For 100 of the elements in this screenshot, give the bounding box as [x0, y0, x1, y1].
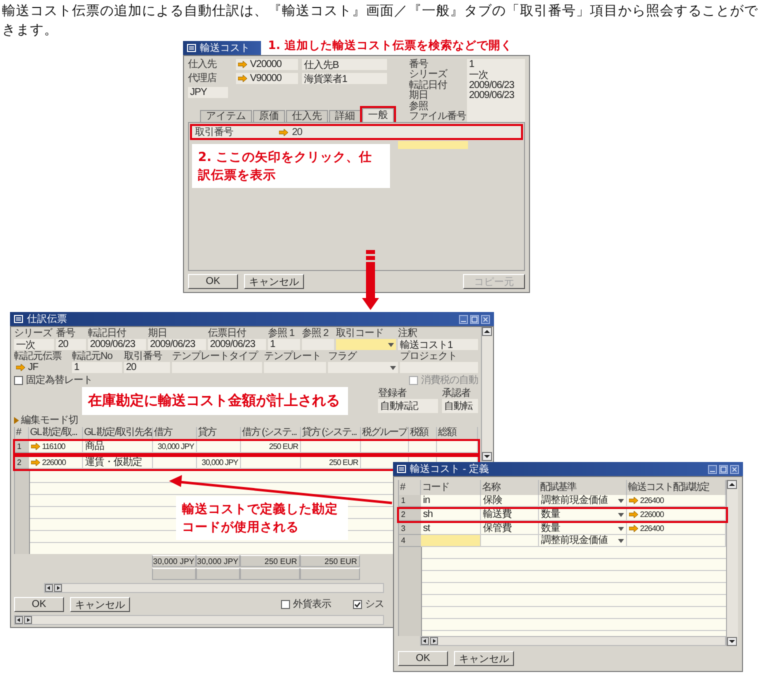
- close-icon[interactable]: [481, 314, 490, 324]
- input-field[interactable]: 自動転: [442, 399, 478, 413]
- tab[interactable]: 一般: [362, 108, 394, 122]
- field-label: 承認者: [442, 388, 472, 399]
- input-field[interactable]: 輸送コスト1: [398, 339, 478, 350]
- code-field[interactable]: V90000: [236, 73, 298, 84]
- scrollbar[interactable]: [481, 327, 493, 461]
- caret-icon[interactable]: [618, 526, 624, 530]
- field-label: 転記日付: [409, 80, 448, 91]
- scroll-left-icon[interactable]: [421, 637, 429, 645]
- name-field[interactable]: 仕入先B: [302, 59, 387, 70]
- input-field[interactable]: 1: [72, 362, 122, 373]
- window-title: 仕訳伝票: [27, 312, 67, 326]
- checkbox[interactable]: [281, 600, 290, 609]
- dropdown-cell[interactable]: 調整前現金価値: [539, 495, 627, 507]
- minimize-icon[interactable]: [459, 314, 468, 324]
- table-cell: st: [423, 522, 430, 534]
- input-field[interactable]: 1: [268, 339, 300, 350]
- scroll-left-icon[interactable]: [15, 616, 23, 624]
- maximize-icon[interactable]: [719, 464, 728, 474]
- scroll-right-icon[interactable]: [24, 616, 32, 624]
- checkbox[interactable]: [409, 376, 418, 384]
- horizontal-scrollbar[interactable]: [44, 583, 384, 593]
- dropdown-field[interactable]: [336, 339, 396, 350]
- row-number: 1: [399, 495, 421, 507]
- input-field[interactable]: 2009/06/23: [467, 90, 525, 102]
- input-field[interactable]: 20: [56, 339, 86, 350]
- field-label: 仕入先: [188, 59, 218, 70]
- window-icon: [187, 44, 196, 52]
- caret-icon[interactable]: [618, 538, 624, 542]
- field-label: 参照 1: [268, 328, 296, 339]
- minimize-icon[interactable]: [708, 464, 717, 474]
- dialog-button[interactable]: OK: [14, 597, 64, 612]
- arrow-icon[interactable]: [279, 128, 288, 136]
- input-field[interactable]: 自動転記: [378, 399, 438, 413]
- tab[interactable]: 原価: [253, 110, 285, 122]
- input-field[interactable]: 2009/06/23: [467, 80, 525, 91]
- table-row[interactable]: 1 in 保険 調整前現金価値 226400: [399, 495, 726, 507]
- checkbox[interactable]: [14, 376, 23, 384]
- window-icon: [397, 465, 406, 473]
- input-field[interactable]: JF: [14, 362, 70, 373]
- tab[interactable]: アイテム: [200, 110, 252, 122]
- name-field[interactable]: 海貨業者1: [302, 73, 387, 84]
- column-header: 税額: [409, 427, 437, 439]
- column-header: 輸送コスト配賦勘定: [627, 480, 726, 495]
- input-field[interactable]: 2009/06/23: [88, 339, 146, 350]
- dropdown-field[interactable]: [328, 362, 398, 373]
- tab[interactable]: 仕入先: [286, 110, 328, 122]
- table-row[interactable]: 1 116100 商品 30,000 JPY 250 EUR: [15, 441, 478, 453]
- scroll-down-icon[interactable]: [482, 452, 492, 461]
- row-number: 4: [399, 535, 421, 547]
- input-field[interactable]: [398, 141, 468, 149]
- dialog-button[interactable]: キャンセル: [454, 651, 514, 666]
- account-code: 116100: [42, 440, 66, 452]
- intro-paragraph: 輸送コスト伝票の追加による自動仕訳は、『輸送コスト』画面／『一般』タブの「取引番号」項目から照会することができます。: [1, 2, 759, 39]
- scroll-right-icon[interactable]: [430, 637, 438, 645]
- scroll-left-icon[interactable]: [45, 584, 53, 592]
- scroll-right-icon[interactable]: [54, 584, 62, 592]
- dialog-button[interactable]: キャンセル: [244, 274, 304, 289]
- maximize-icon[interactable]: [470, 314, 479, 324]
- caret-icon[interactable]: [390, 366, 396, 370]
- table-cell: 250 EUR: [269, 440, 298, 452]
- total-cell: 250 EUR: [300, 555, 360, 567]
- close-icon[interactable]: [730, 464, 739, 474]
- field-label: テンプレート: [264, 351, 322, 362]
- input-field[interactable]: 20: [124, 362, 170, 373]
- arrow-icon[interactable]: [16, 364, 25, 371]
- scrollbar[interactable]: [726, 480, 738, 646]
- scroll-up-icon[interactable]: [727, 480, 737, 489]
- input-field[interactable]: [421, 535, 481, 547]
- scroll-up-icon[interactable]: [482, 327, 492, 336]
- expand-triangle-icon[interactable]: [14, 416, 19, 424]
- checkbox-label: 消費税の自動: [421, 374, 478, 387]
- caret-icon[interactable]: [388, 342, 394, 346]
- horizontal-scrollbar[interactable]: [14, 615, 384, 625]
- caret-icon[interactable]: [618, 512, 624, 516]
- input-field[interactable]: 2009/06/23: [148, 339, 206, 350]
- currency-field[interactable]: JPY: [188, 87, 228, 98]
- window-icon: [14, 315, 23, 323]
- dropdown-cell[interactable]: 数量: [539, 523, 627, 535]
- checkbox[interactable]: [353, 600, 362, 609]
- input-field[interactable]: 一次: [14, 339, 54, 350]
- caret-icon[interactable]: [618, 498, 624, 502]
- table-row[interactable]: 2 sh 輸送費 数量 226000: [399, 509, 726, 521]
- horizontal-scrollbar[interactable]: [420, 636, 726, 646]
- input-field[interactable]: 1: [467, 58, 525, 70]
- annotation-note: 在庫勘定に輸送コスト金額が計上される: [82, 387, 348, 416]
- input-field[interactable]: 2009/06/23: [208, 339, 266, 350]
- column-header: コード: [421, 480, 481, 495]
- code-field[interactable]: V20000: [236, 59, 298, 70]
- edit-mode-label[interactable]: 編集モード切: [21, 414, 78, 426]
- scroll-down-icon[interactable]: [727, 637, 737, 646]
- input-field[interactable]: [467, 111, 525, 122]
- dialog-button[interactable]: キャンセル: [70, 597, 130, 612]
- field-label: 代理店: [188, 73, 218, 84]
- tab[interactable]: 詳細: [329, 110, 361, 122]
- dropdown-cell[interactable]: 数量: [539, 509, 627, 521]
- dialog-button[interactable]: OK: [188, 274, 238, 289]
- dialog-button[interactable]: OK: [398, 651, 448, 666]
- input-field[interactable]: 一次: [467, 69, 525, 80]
